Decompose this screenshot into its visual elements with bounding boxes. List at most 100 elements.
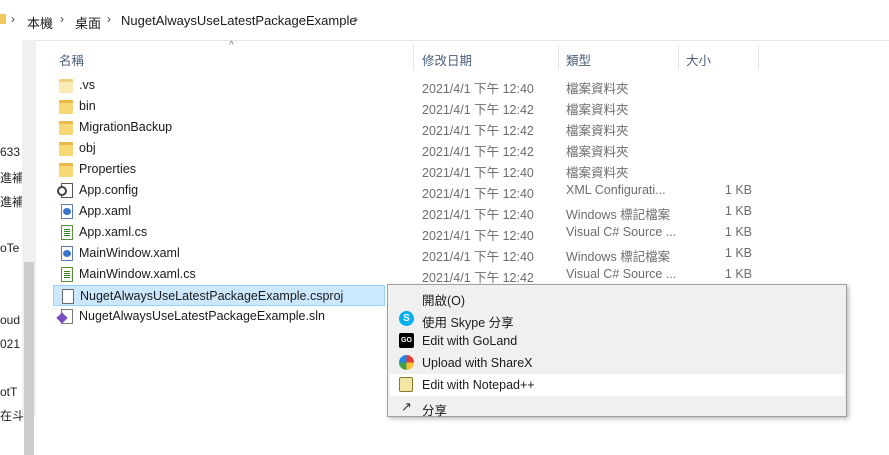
sln-file-icon — [61, 309, 73, 324]
file-type: Windows 標記檔案 — [566, 208, 671, 222]
chevron-right-icon: › — [11, 12, 15, 26]
menu-item-label: Edit with Notepad++ — [422, 378, 535, 392]
goland-icon: GO — [399, 333, 414, 348]
file-row-selected[interactable]: NugetAlwaysUseLatestPackageExample.cspro… — [53, 285, 385, 306]
file-size: 1 KB — [724, 267, 752, 281]
csharp-file-icon — [61, 225, 73, 240]
file-row[interactable]: obj 2021/4/1 下午 12:42 檔案資料夾 — [53, 138, 773, 159]
file-date: 2021/4/1 下午 12:40 — [422, 250, 534, 264]
file-name: obj — [79, 141, 96, 155]
folder-icon — [59, 163, 73, 177]
xaml-file-icon — [61, 204, 73, 219]
file-row[interactable]: MigrationBackup 2021/4/1 下午 12:42 檔案資料夾 — [53, 117, 773, 138]
sort-ascending-icon: ^ — [229, 40, 234, 51]
file-name: App.xaml — [79, 204, 132, 218]
address-bar[interactable]: › 本機 › 桌面 › NugetAlwaysUseLatestPackageE… — [0, 0, 889, 41]
file-type: 檔案資料夾 — [566, 166, 629, 180]
file-row[interactable]: App.config 2021/4/1 下午 12:40 XML Configu… — [53, 180, 773, 201]
file-size: 1 KB — [724, 225, 752, 239]
nav-item-label[interactable]: 在斗 — [0, 407, 24, 424]
file-date: 2021/4/1 下午 12:40 — [422, 166, 534, 180]
column-header-name[interactable]: 名稱 — [59, 50, 84, 69]
file-name: .vs — [79, 78, 95, 92]
menu-item-label: 分享 — [422, 404, 448, 418]
menu-item-goland[interactable]: GO Edit with GoLand — [390, 330, 844, 352]
column-header-type[interactable]: 類型 — [566, 50, 591, 69]
breadcrumb-item-this-pc[interactable]: 本機 — [27, 13, 53, 32]
nav-item-label[interactable]: 進補 — [0, 193, 24, 210]
file-name: MainWindow.xaml.cs — [79, 267, 196, 281]
menu-item-label: 使用 Skype 分享 — [422, 316, 514, 330]
file-row[interactable]: App.xaml.cs 2021/4/1 下午 12:40 Visual C# … — [53, 222, 773, 243]
file-size: 1 KB — [724, 246, 752, 260]
file-date: 2021/4/1 下午 12:40 — [422, 187, 534, 201]
folder-hidden-icon — [59, 79, 73, 93]
notepadpp-icon — [399, 377, 413, 392]
file-type: Windows 標記檔案 — [566, 250, 671, 264]
file-type: 檔案資料夾 — [566, 82, 629, 96]
menu-item-sharex[interactable]: Upload with ShareX — [390, 352, 844, 374]
file-type: 檔案資料夾 — [566, 124, 629, 138]
file-date: 2021/4/1 下午 12:40 — [422, 82, 534, 96]
nav-item-label[interactable]: 021 — [0, 337, 20, 351]
file-name: App.xaml.cs — [79, 225, 148, 239]
file-row[interactable]: Properties 2021/4/1 下午 12:40 檔案資料夾 — [53, 159, 773, 180]
share-icon: ↗ — [401, 399, 412, 414]
nav-item-label[interactable]: otT — [0, 385, 17, 399]
column-divider[interactable] — [678, 44, 679, 70]
file-type: 檔案資料夾 — [566, 145, 629, 159]
chevron-right-icon[interactable]: › — [60, 12, 64, 26]
config-file-icon — [57, 183, 73, 198]
file-name: NugetAlwaysUseLatestPackageExample.sln — [79, 309, 325, 323]
column-header-date[interactable]: 修改日期 — [422, 50, 472, 69]
file-name: App.config — [79, 183, 139, 197]
file-type: XML Configurati... — [566, 183, 666, 197]
column-divider[interactable] — [413, 44, 414, 70]
menu-item-open[interactable]: 開啟(O) — [390, 286, 844, 308]
file-date: 2021/4/1 下午 12:42 — [422, 145, 534, 159]
file-row[interactable]: App.xaml 2021/4/1 下午 12:40 Windows 標記檔案 … — [53, 201, 773, 222]
chevron-right-icon[interactable]: › — [107, 12, 111, 26]
menu-item-label: Edit with GoLand — [422, 334, 518, 348]
nav-pane-scrollbar[interactable] — [22, 40, 36, 455]
breadcrumb-item-desktop[interactable]: 桌面 — [75, 13, 101, 32]
folder-icon — [0, 14, 6, 24]
sharex-icon — [399, 355, 414, 370]
menu-item-notepadpp[interactable]: Edit with Notepad++ — [390, 374, 844, 396]
file-name: bin — [79, 99, 96, 113]
scrollbar-thumb[interactable] — [24, 262, 34, 455]
file-date: 2021/4/1 下午 12:42 — [422, 103, 534, 117]
file-name: MainWindow.xaml — [79, 246, 180, 260]
column-divider[interactable] — [758, 44, 759, 70]
folder-icon — [59, 121, 73, 135]
file-row[interactable]: MainWindow.xaml 2021/4/1 下午 12:40 Window… — [53, 243, 773, 264]
xaml-file-icon — [61, 246, 73, 261]
folder-icon — [59, 142, 73, 156]
menu-item-label: Upload with ShareX — [422, 356, 533, 370]
file-size: 1 KB — [724, 183, 752, 197]
breadcrumb-item-project-folder[interactable]: NugetAlwaysUseLatestPackageExample — [121, 13, 357, 28]
folder-icon — [59, 100, 73, 114]
file-row[interactable]: .vs 2021/4/1 下午 12:40 檔案資料夾 — [53, 75, 773, 96]
menu-item-skype-share[interactable]: S 使用 Skype 分享 — [390, 308, 844, 330]
csproj-file-icon — [62, 289, 74, 304]
file-type: Visual C# Source ... — [566, 225, 677, 239]
file-row[interactable]: bin 2021/4/1 下午 12:42 檔案資料夾 — [53, 96, 773, 117]
skype-icon: S — [399, 311, 414, 326]
file-name: Properties — [79, 162, 136, 176]
column-header-row: 名稱 修改日期 類型 大小 — [36, 40, 889, 72]
nav-item-label[interactable]: 進補 — [0, 169, 24, 186]
file-date: 2021/4/1 下午 12:40 — [422, 229, 534, 243]
column-header-size[interactable]: 大小 — [686, 50, 711, 69]
nav-item-label[interactable]: oTe — [0, 241, 19, 255]
file-name: NugetAlwaysUseLatestPackageExample.cspro… — [80, 289, 344, 303]
file-type: 檔案資料夾 — [566, 103, 629, 117]
file-type: Visual C# Source ... — [566, 267, 677, 281]
nav-item-label[interactable]: 633 — [0, 145, 20, 159]
file-name: MigrationBackup — [79, 120, 173, 134]
chevron-right-icon[interactable]: › — [354, 12, 358, 26]
nav-item-label[interactable]: oud — [0, 313, 20, 327]
menu-item-label: 開啟(O) — [422, 294, 466, 308]
column-divider[interactable] — [558, 44, 559, 70]
file-row[interactable]: MainWindow.xaml.cs 2021/4/1 下午 12:42 Vis… — [53, 264, 773, 285]
